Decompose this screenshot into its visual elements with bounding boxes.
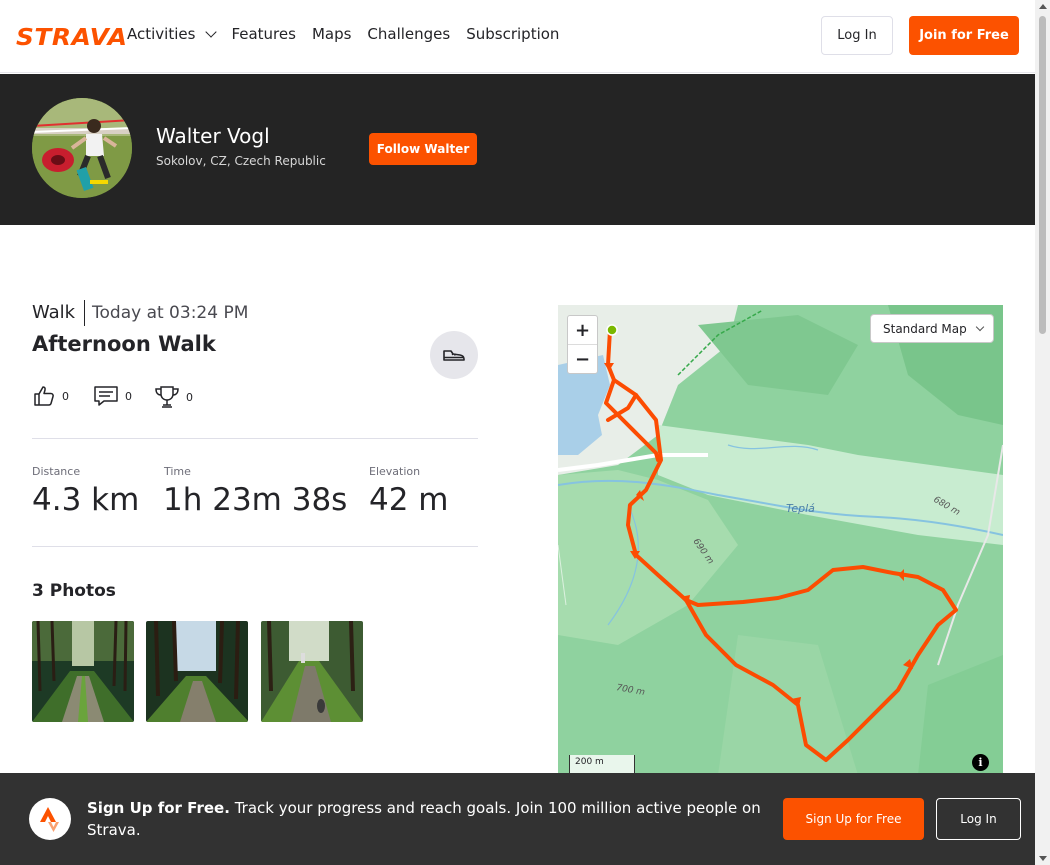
thumbs-up-icon <box>34 386 54 406</box>
stat-value-elevation: 42 m <box>369 482 449 518</box>
divider <box>32 546 478 547</box>
stat-label-distance: Distance <box>32 465 81 478</box>
banner-headline: Sign Up for Free. <box>87 799 230 817</box>
signup-banner: Sign Up for Free. Track your progress an… <box>0 773 1035 865</box>
start-marker <box>606 324 618 336</box>
photo-thumbnail[interactable] <box>32 621 134 722</box>
info-icon[interactable]: i <box>972 754 989 771</box>
page-scrollbar[interactable] <box>1035 0 1050 865</box>
map-style-label: Standard Map <box>883 321 967 336</box>
athlete-name[interactable]: Walter Vogl <box>156 124 270 148</box>
comment-icon <box>94 386 118 406</box>
avatar[interactable] <box>32 98 132 198</box>
follow-button[interactable]: Follow Walter <box>369 133 477 165</box>
scroll-thumb[interactable] <box>1039 16 1046 334</box>
banner-message: Sign Up for Free. Track your progress an… <box>87 797 767 841</box>
map-label-river: Teplá <box>786 502 815 515</box>
activity-time: Today at 03:24 PM <box>92 303 249 323</box>
signup-button[interactable]: Sign Up for Free <box>783 798 924 840</box>
comments-count: 0 <box>125 389 132 403</box>
nav-links: Activities Features Maps Challenges Subs… <box>127 25 559 43</box>
achievements-button[interactable]: 0 <box>154 384 193 410</box>
scroll-down-arrow-icon[interactable] <box>1039 856 1047 861</box>
trophy-icon <box>155 386 179 408</box>
nav-item-activities[interactable]: Activities <box>127 25 218 43</box>
stat-label-elevation: Elevation <box>369 465 421 478</box>
activity-title: Afternoon Walk <box>32 332 216 356</box>
strava-logo[interactable]: STRAVA <box>16 25 128 51</box>
activity-type: Walk <box>32 302 76 323</box>
map-scale: 200 m <box>569 755 635 775</box>
comments-button[interactable]: 0 <box>93 384 132 408</box>
shoe-icon <box>443 350 465 361</box>
nav-item-challenges[interactable]: Challenges <box>367 25 450 43</box>
stat-value-time: 1h 23m 38s <box>163 482 348 518</box>
divider <box>32 438 478 439</box>
divider <box>84 300 85 326</box>
chevron-down-icon <box>205 25 218 38</box>
achievements-count: 0 <box>186 390 193 404</box>
gear-shoe-button[interactable] <box>430 331 478 379</box>
photo-thumbnail[interactable] <box>146 621 248 722</box>
photo-thumbnail[interactable] <box>261 621 363 722</box>
join-button[interactable]: Join for Free <box>909 16 1019 55</box>
top-navigation: STRAVA Activities Features Maps Challeng… <box>0 0 1035 73</box>
scroll-up-arrow-icon[interactable] <box>1039 4 1047 9</box>
strava-app-icon <box>29 798 71 840</box>
nav-item-label: Activities <box>127 25 196 43</box>
athlete-header: Walter Vogl Sokolov, CZ, Czech Republic … <box>0 74 1035 225</box>
banner-login-button[interactable]: Log In <box>936 798 1021 840</box>
kudos-button[interactable]: 0 <box>32 384 69 408</box>
photos-title: 3 Photos <box>32 581 116 601</box>
nav-item-maps[interactable]: Maps <box>312 25 351 43</box>
chevron-down-icon <box>975 322 984 332</box>
nav-item-subscription[interactable]: Subscription <box>466 25 559 43</box>
stat-value-distance: 4.3 km <box>32 482 140 518</box>
kudos-count: 0 <box>62 389 69 403</box>
zoom-controls: + − <box>567 315 598 374</box>
route-map[interactable]: 680 m 690 m 700 m Teplá + − Standard Map… <box>558 305 1003 775</box>
nav-item-features[interactable]: Features <box>231 25 296 43</box>
login-button[interactable]: Log In <box>821 16 893 55</box>
zoom-out-button[interactable]: − <box>568 345 597 374</box>
stat-label-time: Time <box>164 465 191 478</box>
map-style-select[interactable]: Standard Map <box>870 314 994 343</box>
zoom-in-button[interactable]: + <box>568 316 597 345</box>
athlete-location: Sokolov, CZ, Czech Republic <box>156 154 326 168</box>
